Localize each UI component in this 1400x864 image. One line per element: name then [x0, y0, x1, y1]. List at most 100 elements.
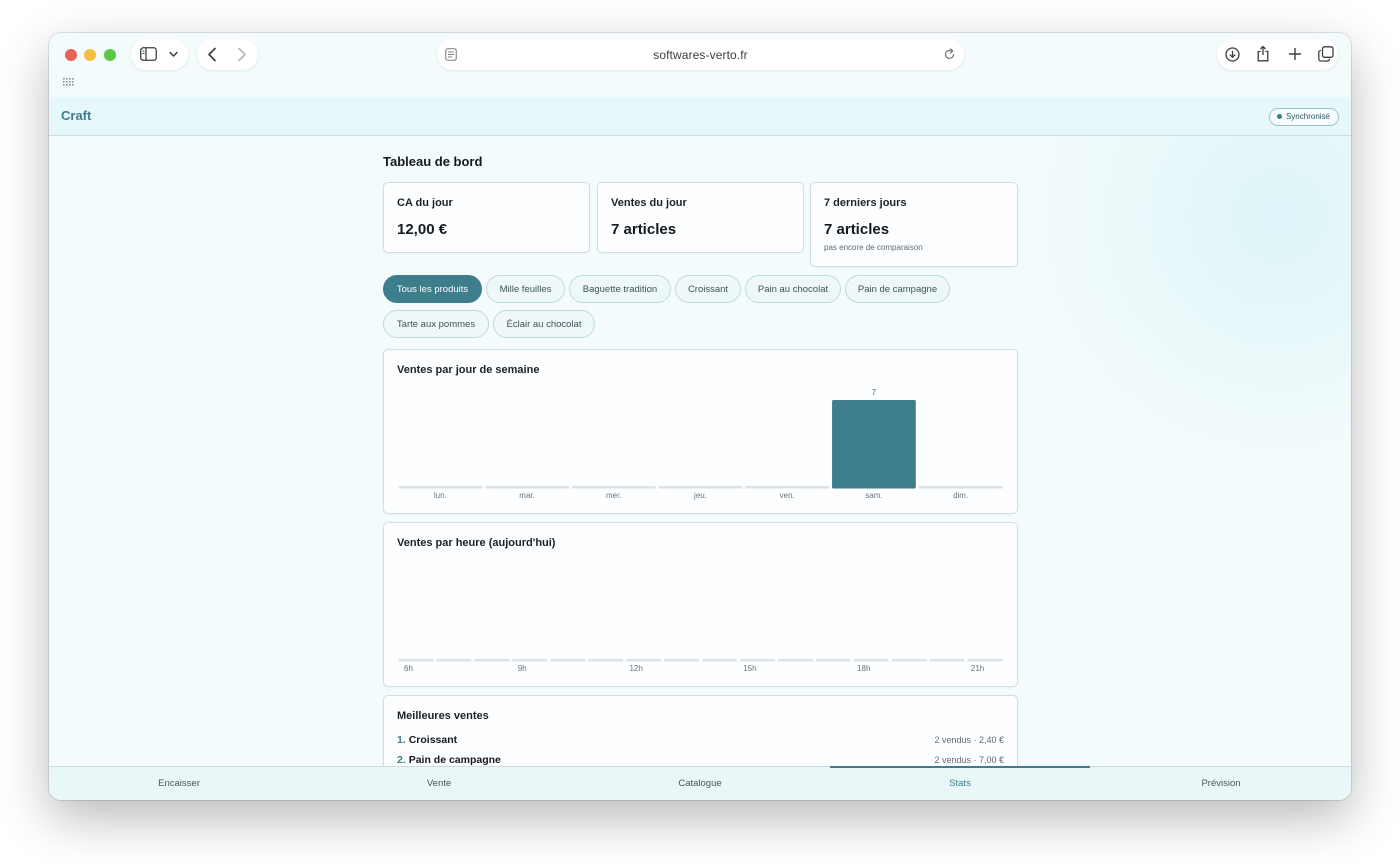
download-icon[interactable] — [1225, 47, 1240, 62]
page-title: Tableau de bord — [383, 154, 483, 169]
filter-chip-eclair-au-chocolat[interactable]: Éclair au chocolat — [493, 310, 595, 338]
filter-chip-all-products[interactable]: Tous les produits — [383, 275, 482, 303]
sync-status-badge: Synchronisé — [1268, 108, 1339, 126]
bar-baseline — [853, 659, 889, 662]
sidebar-toggle-group — [131, 39, 188, 70]
history-nav-group — [197, 39, 258, 70]
x-tick-label: 12h — [629, 664, 642, 673]
sync-status-dot — [1276, 114, 1282, 119]
x-tick-label: lun. — [434, 491, 447, 500]
minimize-window-button[interactable] — [84, 49, 96, 61]
x-tick-label: jeu. — [693, 491, 707, 500]
browser-actions-group — [1217, 39, 1338, 70]
bar-baseline — [485, 486, 569, 489]
dashboard-content: Tableau de bord CA du jour 12,00 € Vente… — [49, 136, 1351, 766]
url-text: softwares-verto.fr — [653, 47, 748, 62]
bar-baseline — [571, 486, 656, 489]
reload-icon[interactable] — [943, 48, 956, 61]
kpi-title: CA du jour — [397, 197, 453, 209]
app-brand[interactable]: Craft — [61, 108, 91, 123]
bar-baseline — [512, 659, 548, 662]
bar-baseline — [398, 659, 434, 662]
filter-chip-croissant[interactable]: Croissant — [675, 275, 741, 303]
address-bar[interactable]: softwares-verto.fr — [437, 39, 964, 70]
sidebar-icon[interactable] — [140, 47, 157, 61]
back-icon[interactable] — [207, 47, 217, 62]
tab-encaisser[interactable]: Encaisser — [49, 767, 309, 800]
apps-grid-icon[interactable] — [63, 78, 74, 86]
best-seller-row: 1. Croissant — [397, 734, 457, 746]
bar-baseline — [664, 659, 699, 662]
bar-baseline — [918, 486, 1003, 489]
filter-chip-tarte-aux-pommes[interactable]: Tarte aux pommes — [383, 310, 489, 338]
tab-catalogue[interactable]: Catalogue — [570, 767, 830, 800]
share-icon[interactable] — [1256, 45, 1270, 62]
bar-baseline — [436, 659, 472, 662]
bar-baseline — [702, 659, 737, 662]
kpi-card-sales-today: Ventes du jour 7 articles — [597, 182, 804, 253]
kpi-card-last-7-days: 7 derniers jours 7 articles pas encore d… — [810, 182, 1018, 267]
new-tab-icon[interactable] — [1288, 47, 1302, 61]
kpi-comparison-note: pas encore de comparaison — [824, 243, 923, 252]
bar-baseline — [550, 659, 586, 662]
tab-stats[interactable]: Stats — [830, 767, 1090, 800]
kpi-value: 7 articles — [611, 221, 677, 238]
bottom-tab-bar: Encaisser Vente Catalogue Stats Prévisio… — [49, 766, 1351, 800]
close-window-button[interactable] — [65, 49, 77, 61]
best-sellers-title: Meilleures ventes — [397, 710, 489, 722]
best-seller-detail: 2 vendus · 7,00 € — [934, 755, 1004, 765]
best-seller-name: Croissant — [408, 734, 458, 746]
bar-baseline — [967, 659, 1003, 662]
zoom-window-button[interactable] — [104, 49, 116, 61]
x-tick-label: mar. — [519, 491, 535, 500]
tab-prevision[interactable]: Prévision — [1091, 767, 1351, 800]
bar-baseline — [891, 659, 927, 662]
filter-chip-baguette-tradition[interactable]: Baguette tradition — [569, 275, 671, 303]
kpi-title: Ventes du jour — [611, 197, 687, 209]
x-tick-label: dim. — [953, 491, 968, 500]
tabs-overview-icon[interactable] — [1318, 46, 1334, 62]
bar-baseline — [474, 659, 510, 662]
filter-chip-mille-feuilles[interactable]: Mille feuilles — [486, 275, 565, 303]
bar-baseline — [626, 659, 662, 662]
x-tick-label: 15h — [743, 664, 756, 673]
kpi-title: 7 derniers jours — [824, 197, 907, 209]
hourly-bar-chart: 6h 9h 12h 15h 18h 21h — [398, 659, 1003, 673]
weekday-bar-chart: lun. mar. mer. jeu. ven. 7 sam. dim. — [398, 388, 1003, 500]
best-seller-rank: 1. — [397, 734, 406, 746]
bar-baseline — [658, 486, 743, 489]
kpi-card-revenue-today: CA du jour 12,00 € — [383, 182, 590, 253]
x-tick-label: ven. — [780, 491, 795, 500]
tab-vente[interactable]: Vente — [309, 767, 569, 800]
x-tick-label: 21h — [971, 664, 984, 673]
bar-baseline — [739, 659, 775, 662]
x-tick-label: 18h — [857, 664, 870, 673]
bar-baseline — [929, 659, 965, 662]
kpi-value: 7 articles — [824, 221, 890, 238]
bar-baseline — [398, 486, 483, 489]
kpi-value: 12,00 € — [397, 221, 448, 238]
x-tick-label: sam. — [865, 491, 882, 500]
app-header: Craft Synchronisé — [49, 97, 1351, 136]
best-sellers-card: Meilleures ventes 1. Croissant 2 vendus … — [383, 695, 1018, 766]
sync-status-label: Synchronisé — [1285, 112, 1330, 121]
best-seller-name: Pain de campagne — [408, 754, 501, 766]
browser-toolbar: softwares-verto.fr — [49, 33, 1351, 97]
bar-data-label: 7 — [872, 388, 877, 397]
bar-baseline — [815, 659, 851, 662]
bar-baseline — [745, 486, 830, 489]
bar — [832, 400, 916, 489]
best-seller-detail: 2 vendus · 2,40 € — [934, 735, 1004, 745]
filter-chip-pain-de-campagne[interactable]: Pain de campagne — [845, 275, 950, 303]
x-tick-label: mer. — [606, 491, 622, 500]
x-tick-label: 6h — [404, 664, 413, 673]
best-seller-row: 2. Pain de campagne — [397, 754, 501, 766]
filter-chip-pain-au-chocolat[interactable]: Pain au chocolat — [745, 275, 841, 303]
reader-icon[interactable] — [445, 48, 457, 61]
chevron-down-icon[interactable] — [169, 51, 178, 58]
bar-baseline — [588, 659, 624, 662]
chart-card-sales-by-hour: Ventes par heure (aujourd'hui) 6h 9h 12h 15… — [383, 522, 1018, 687]
x-tick-label: 9h — [518, 664, 527, 673]
forward-icon[interactable] — [237, 47, 247, 62]
bar-baseline — [777, 659, 813, 662]
